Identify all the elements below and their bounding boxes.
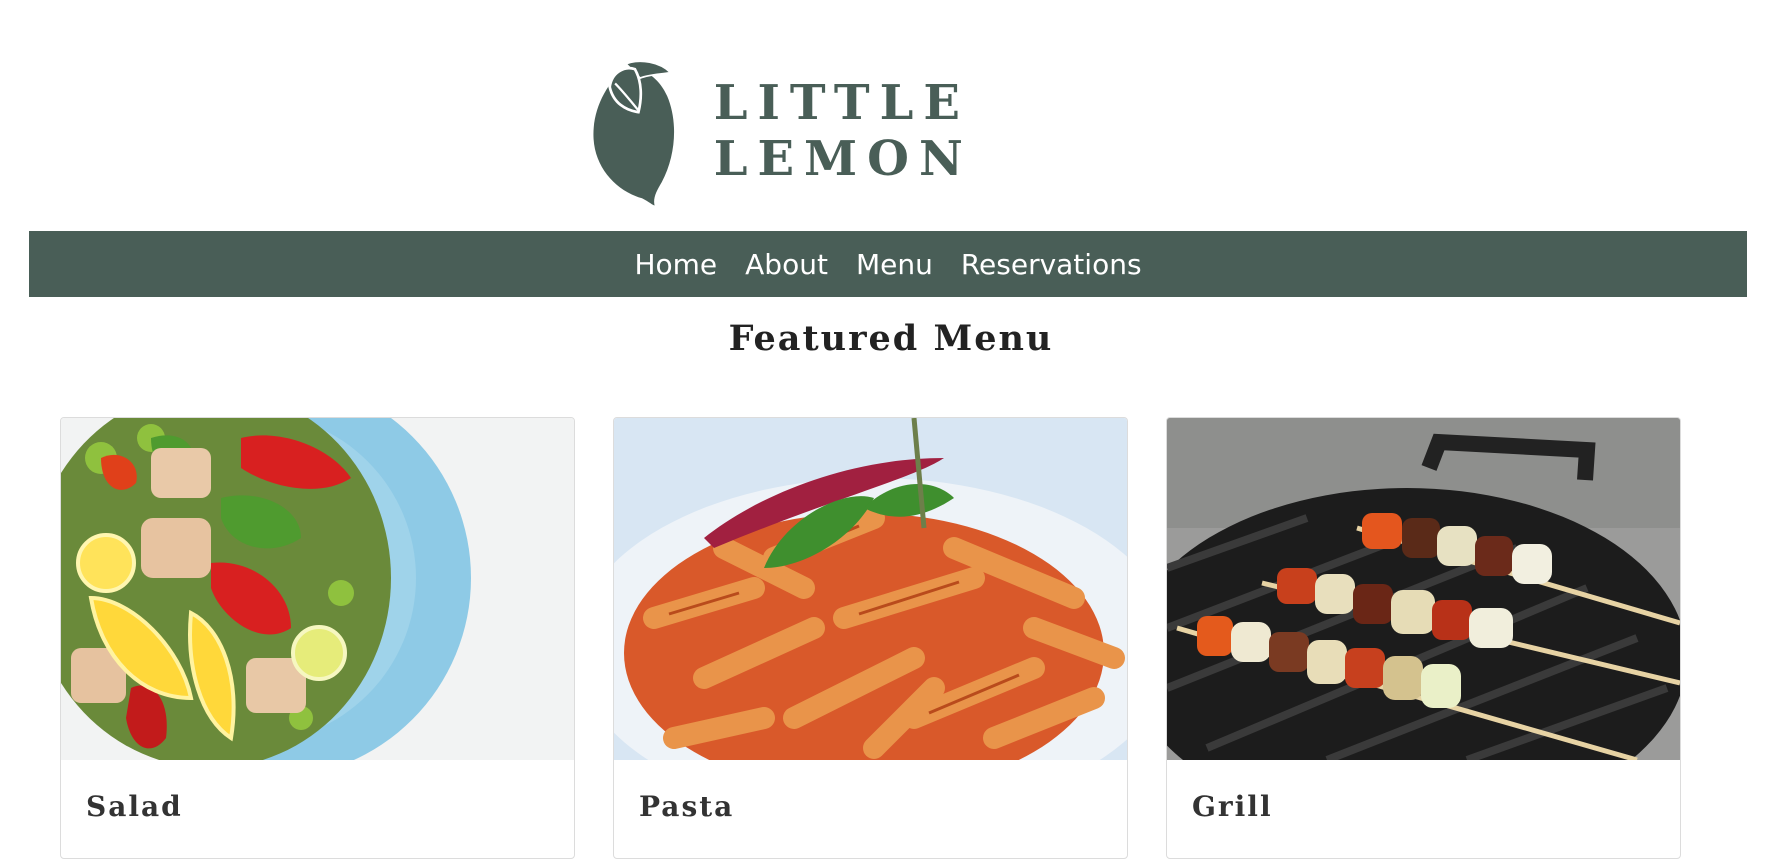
nav-about[interactable]: About — [745, 248, 828, 281]
logo[interactable]: LITTLE LEMON — [590, 48, 1200, 214]
nav-menu[interactable]: Menu — [856, 248, 933, 281]
menu-card-pasta[interactable]: Pasta — [613, 417, 1128, 859]
pasta-photo — [614, 418, 1127, 760]
grill-photo — [1167, 418, 1680, 760]
card-title-salad: Salad — [86, 790, 183, 823]
nav-home[interactable]: Home — [634, 248, 717, 281]
menu-card-grill[interactable]: Grill — [1166, 417, 1681, 859]
lemon-icon — [593, 60, 675, 206]
featured-menu-title: Featured Menu — [728, 318, 1054, 359]
featured-cards: Salad Pasta Grill — [60, 417, 1681, 859]
card-title-grill: Grill — [1192, 790, 1273, 823]
nav-reservations[interactable]: Reservations — [961, 248, 1142, 281]
brand-name: LITTLE LEMON — [713, 75, 973, 187]
salad-photo — [61, 418, 574, 760]
main-nav: Home About Menu Reservations — [29, 231, 1747, 297]
menu-card-salad[interactable]: Salad — [60, 417, 575, 859]
card-title-pasta: Pasta — [639, 790, 735, 823]
